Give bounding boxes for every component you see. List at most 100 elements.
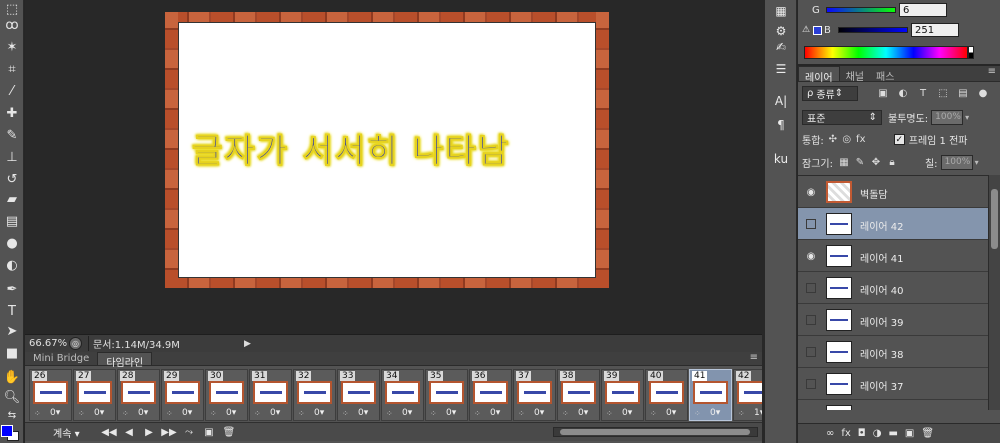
add-mask-icon[interactable]: ◘ <box>858 428 866 439</box>
timeline-frame[interactable]: 29 ⁘ 0▾ <box>161 369 204 421</box>
delete-layer-icon[interactable]: 🗑︎ <box>921 428 934 439</box>
next-frame-button[interactable]: ▶▶ <box>159 427 179 438</box>
frame-delay-select[interactable]: 0▾ <box>270 408 280 418</box>
layer-row[interactable]: 레이어 39 <box>798 304 988 336</box>
filter-toggle-icon[interactable]: ● <box>976 86 990 100</box>
timeline-frame[interactable]: 40 ⁘ 0▾ <box>645 369 688 421</box>
gamut-swatch[interactable] <box>813 25 822 35</box>
layer-row[interactable]: 레이어 40 <box>798 272 988 304</box>
document-canvas[interactable]: 글자가 서서히 나타남 <box>165 12 609 288</box>
timeline-frame[interactable]: 35 ⁘ 0▾ <box>425 369 468 421</box>
timeline-scrollbar[interactable] <box>553 427 758 437</box>
frame-optimize-icon[interactable]: ⁘ <box>430 409 440 418</box>
unify-style-icon[interactable]: fx <box>854 132 868 146</box>
previous-frame-button[interactable]: ◀ <box>119 427 139 438</box>
adjustment-layer-icon[interactable]: ◑ <box>873 428 882 439</box>
frame-optimize-icon[interactable]: ⁘ <box>386 409 396 418</box>
frame-optimize-icon[interactable]: ⁘ <box>78 409 88 418</box>
timeline-frame[interactable]: 34 ⁘ 0▾ <box>381 369 424 421</box>
duplicate-frame-button[interactable]: ▣ <box>199 427 219 438</box>
visibility-toggle[interactable] <box>806 379 816 389</box>
link-layers-icon[interactable]: ∞ <box>826 428 834 439</box>
history-panel-icon[interactable]: ▦ <box>772 2 790 20</box>
frame-optimize-icon[interactable]: ⁘ <box>298 409 308 418</box>
frame-optimize-icon[interactable]: ⁘ <box>342 409 352 418</box>
eraser-tool-icon[interactable]: ▰ <box>3 190 21 208</box>
status-menu-arrow-icon[interactable]: ▶ <box>244 339 251 349</box>
layers-scrollbar[interactable] <box>988 175 1000 410</box>
lock-transparent-icon[interactable]: ▦ <box>837 155 851 169</box>
tab-timeline[interactable]: 타임라인 <box>97 352 153 369</box>
frame-optimize-icon[interactable]: ⁘ <box>650 409 660 418</box>
timeline-frame[interactable]: 41 ⁘ 0▾ <box>689 369 732 421</box>
kuler-panel-icon[interactable]: ku <box>772 150 790 168</box>
visibility-toggle[interactable] <box>806 283 816 293</box>
layers-scroll-thumb[interactable] <box>991 189 998 249</box>
first-frame-button[interactable]: ◀◀ <box>99 427 119 438</box>
frame-delay-select[interactable]: 0▾ <box>50 408 60 418</box>
crop-tool-icon[interactable]: ⌗ <box>3 60 21 78</box>
timeline-frame[interactable]: 31 ⁘ 0▾ <box>249 369 292 421</box>
g-value-input[interactable]: 6 <box>899 3 947 17</box>
layer-row[interactable]: 레이어 37 <box>798 368 988 400</box>
layer-row[interactable]: 레이어 36 <box>798 400 988 410</box>
zoom-tool-icon[interactable]: 🔍︎ <box>3 388 21 406</box>
zoom-level[interactable]: 66.67% <box>25 338 69 349</box>
spectrum-black-white[interactable] <box>968 46 974 59</box>
filter-adjustment-icon[interactable]: ◐ <box>896 86 910 100</box>
tab-layers[interactable]: 레이어 <box>798 66 840 84</box>
timeline-frame[interactable]: 26 ⁘ 0▾ <box>29 369 72 421</box>
brush-panel-icon[interactable]: ✍ <box>772 38 790 56</box>
timeline-scroll-thumb[interactable] <box>560 429 750 435</box>
frame-delay-select[interactable]: 0▾ <box>94 408 104 418</box>
tab-paths[interactable]: 패스 <box>870 66 900 83</box>
frame-delay-select[interactable]: 0▾ <box>138 408 148 418</box>
timeline-frame[interactable]: 39 ⁘ 0▾ <box>601 369 644 421</box>
magic-wand-tool-icon[interactable]: ✶ <box>3 38 21 56</box>
g-slider[interactable] <box>826 7 896 13</box>
frame-delay-select[interactable]: 0▾ <box>402 408 412 418</box>
blend-mode-select[interactable]: 표준 ⇕ <box>802 109 882 125</box>
timeline-frame[interactable]: 36 ⁘ 0▾ <box>469 369 512 421</box>
foreground-color-swatch[interactable] <box>1 425 13 437</box>
timeline-frame[interactable]: 27 ⁘ 0▾ <box>73 369 116 421</box>
rectangle-tool-icon[interactable]: ■ <box>3 344 21 362</box>
frame-delay-select[interactable]: 0▾ <box>358 408 368 418</box>
brush-tool-icon[interactable]: ✎ <box>3 126 21 144</box>
history-brush-tool-icon[interactable]: ↺ <box>3 170 21 188</box>
frame-delay-select[interactable]: 0▾ <box>490 408 500 418</box>
pen-tool-icon[interactable]: ✒ <box>3 280 21 298</box>
lock-all-icon[interactable]: 🔒︎ <box>885 155 899 169</box>
fill-arrow-icon[interactable]: ▾ <box>975 158 979 167</box>
frame-optimize-icon[interactable]: ⁘ <box>210 409 220 418</box>
visibility-toggle[interactable] <box>806 219 816 229</box>
adjustments-panel-icon[interactable]: ☰ <box>772 60 790 78</box>
frame-delay-select[interactable]: 0▾ <box>314 408 324 418</box>
canvas-workspace[interactable]: 글자가 서서히 나타남 <box>25 0 762 334</box>
frame-delay-select[interactable]: 0▾ <box>534 408 544 418</box>
unify-visibility-icon[interactable]: ◎ <box>840 132 854 146</box>
layer-row[interactable]: ◉ 벽돌담 <box>798 176 988 208</box>
b-slider[interactable] <box>838 27 908 33</box>
gamut-warning-icon[interactable]: ⚠ <box>802 25 812 35</box>
tab-mini-bridge[interactable]: Mini Bridge <box>25 352 97 365</box>
propagate-checkbox[interactable]: ✓ <box>893 133 905 145</box>
frame-optimize-icon[interactable]: ⁘ <box>606 409 616 418</box>
frame-optimize-icon[interactable]: ⁘ <box>166 409 176 418</box>
fill-input[interactable]: 100% <box>940 154 973 170</box>
frame-optimize-icon[interactable]: ⁘ <box>254 409 264 418</box>
status-info-icon[interactable]: ◎ <box>69 337 82 350</box>
frame-delay-select[interactable]: 0▾ <box>226 408 236 418</box>
layer-style-icon[interactable]: fx <box>841 428 850 439</box>
swap-colors-icon[interactable]: ⇆ <box>3 406 21 424</box>
type-tool-icon[interactable]: T <box>3 302 21 320</box>
paragraph-panel-icon[interactable]: ¶ <box>772 116 790 134</box>
tween-button[interactable]: ⤳ <box>179 427 199 438</box>
layer-row[interactable]: 레이어 42 <box>798 208 988 240</box>
loop-select[interactable]: 계속 ▾ <box>53 425 99 440</box>
dodge-tool-icon[interactable]: ◐ <box>3 256 21 274</box>
frame-optimize-icon[interactable]: ⁘ <box>34 409 44 418</box>
opacity-arrow-icon[interactable]: ▾ <box>965 113 969 122</box>
frame-optimize-icon[interactable]: ⁘ <box>694 409 704 418</box>
timeline-menu-icon[interactable]: ≡ <box>750 352 762 365</box>
